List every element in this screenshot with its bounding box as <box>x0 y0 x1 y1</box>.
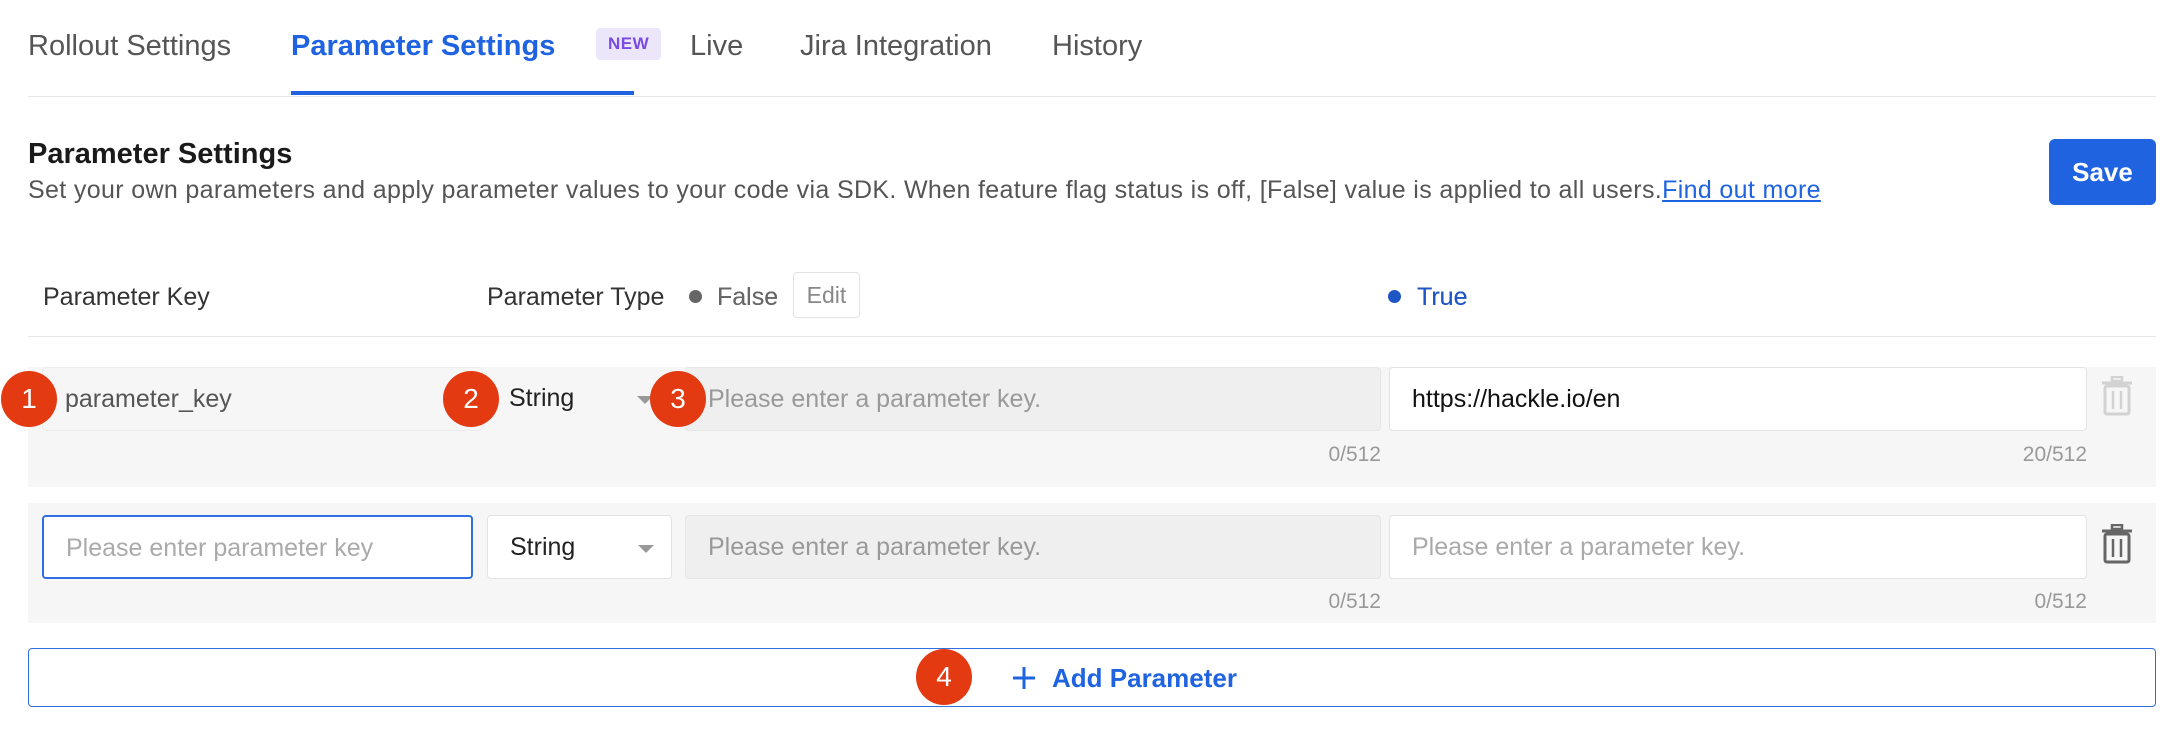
annotation-marker-2: 2 <box>443 371 499 427</box>
false-value-input[interactable]: Please enter a parameter key. <box>685 367 1381 431</box>
annotation-marker-1: 1 <box>1 371 57 427</box>
false-dot-icon <box>689 290 702 303</box>
parameter-key-input[interactable]: parameter_key <box>42 367 483 431</box>
tab-bar: Rollout Settings Parameter Settings NEW … <box>28 0 2156 97</box>
tab-jira-integration[interactable]: Jira Integration <box>800 30 992 63</box>
parameter-type-select[interactable]: String <box>487 367 672 431</box>
true-char-counter: 0/512 <box>2034 590 2087 613</box>
chevron-down-icon <box>638 545 654 553</box>
description-text: Set your own parameters and apply parame… <box>28 176 1663 204</box>
parameter-type-value: String <box>509 384 575 412</box>
parameter-type-select[interactable]: String <box>487 515 672 579</box>
column-true-label: True <box>1417 283 1468 311</box>
add-parameter-button[interactable]: Add Parameter <box>28 648 2156 707</box>
page-description: Set your own parameters and apply parame… <box>28 176 1821 205</box>
true-char-counter: 20/512 <box>2022 443 2087 466</box>
column-header: Parameter Key Parameter Type False True <box>28 255 2156 337</box>
parameter-key-placeholder: Please enter parameter key <box>66 534 374 562</box>
parameter-key-input[interactable]: Please enter parameter key <box>42 515 473 579</box>
save-button[interactable]: Save <box>2049 139 2156 205</box>
tab-live[interactable]: Live <box>690 30 743 63</box>
column-parameter-type: Parameter Type <box>487 283 665 311</box>
trash-icon[interactable] <box>2101 376 2133 416</box>
true-value-input[interactable]: Please enter a parameter key. <box>1389 515 2087 579</box>
add-parameter-label: Add Parameter <box>1052 663 1237 693</box>
plus-icon <box>1013 667 1035 689</box>
tab-rollout-settings[interactable]: Rollout Settings <box>28 30 231 63</box>
new-badge: NEW <box>596 28 662 60</box>
find-out-more-link[interactable]: Find out more <box>1662 176 1821 204</box>
tab-history[interactable]: History <box>1052 30 1142 63</box>
true-value-placeholder: Please enter a parameter key. <box>1412 533 1746 561</box>
trash-icon[interactable] <box>2101 524 2133 564</box>
tab-parameter-settings[interactable]: Parameter Settings <box>291 30 555 63</box>
column-parameter-key: Parameter Key <box>43 283 210 311</box>
parameter-row: Please enter parameter key String Please… <box>28 503 2156 623</box>
edit-false-button[interactable]: Edit <box>793 272 860 318</box>
true-dot-icon <box>1388 290 1401 303</box>
false-char-counter: 0/512 <box>1328 590 1381 613</box>
parameter-row: parameter_key String Please enter a para… <box>28 367 2156 487</box>
parameter-type-value: String <box>510 533 576 561</box>
active-tab-indicator <box>291 91 634 95</box>
annotation-marker-4: 4 <box>916 649 972 705</box>
annotation-marker-3: 3 <box>650 371 706 427</box>
page-title: Parameter Settings <box>28 138 293 170</box>
false-char-counter: 0/512 <box>1328 443 1381 466</box>
false-value-input[interactable]: Please enter a parameter key. <box>685 515 1381 579</box>
true-value-input[interactable]: https://hackle.io/en <box>1389 367 2087 431</box>
column-false-label: False <box>717 283 779 311</box>
